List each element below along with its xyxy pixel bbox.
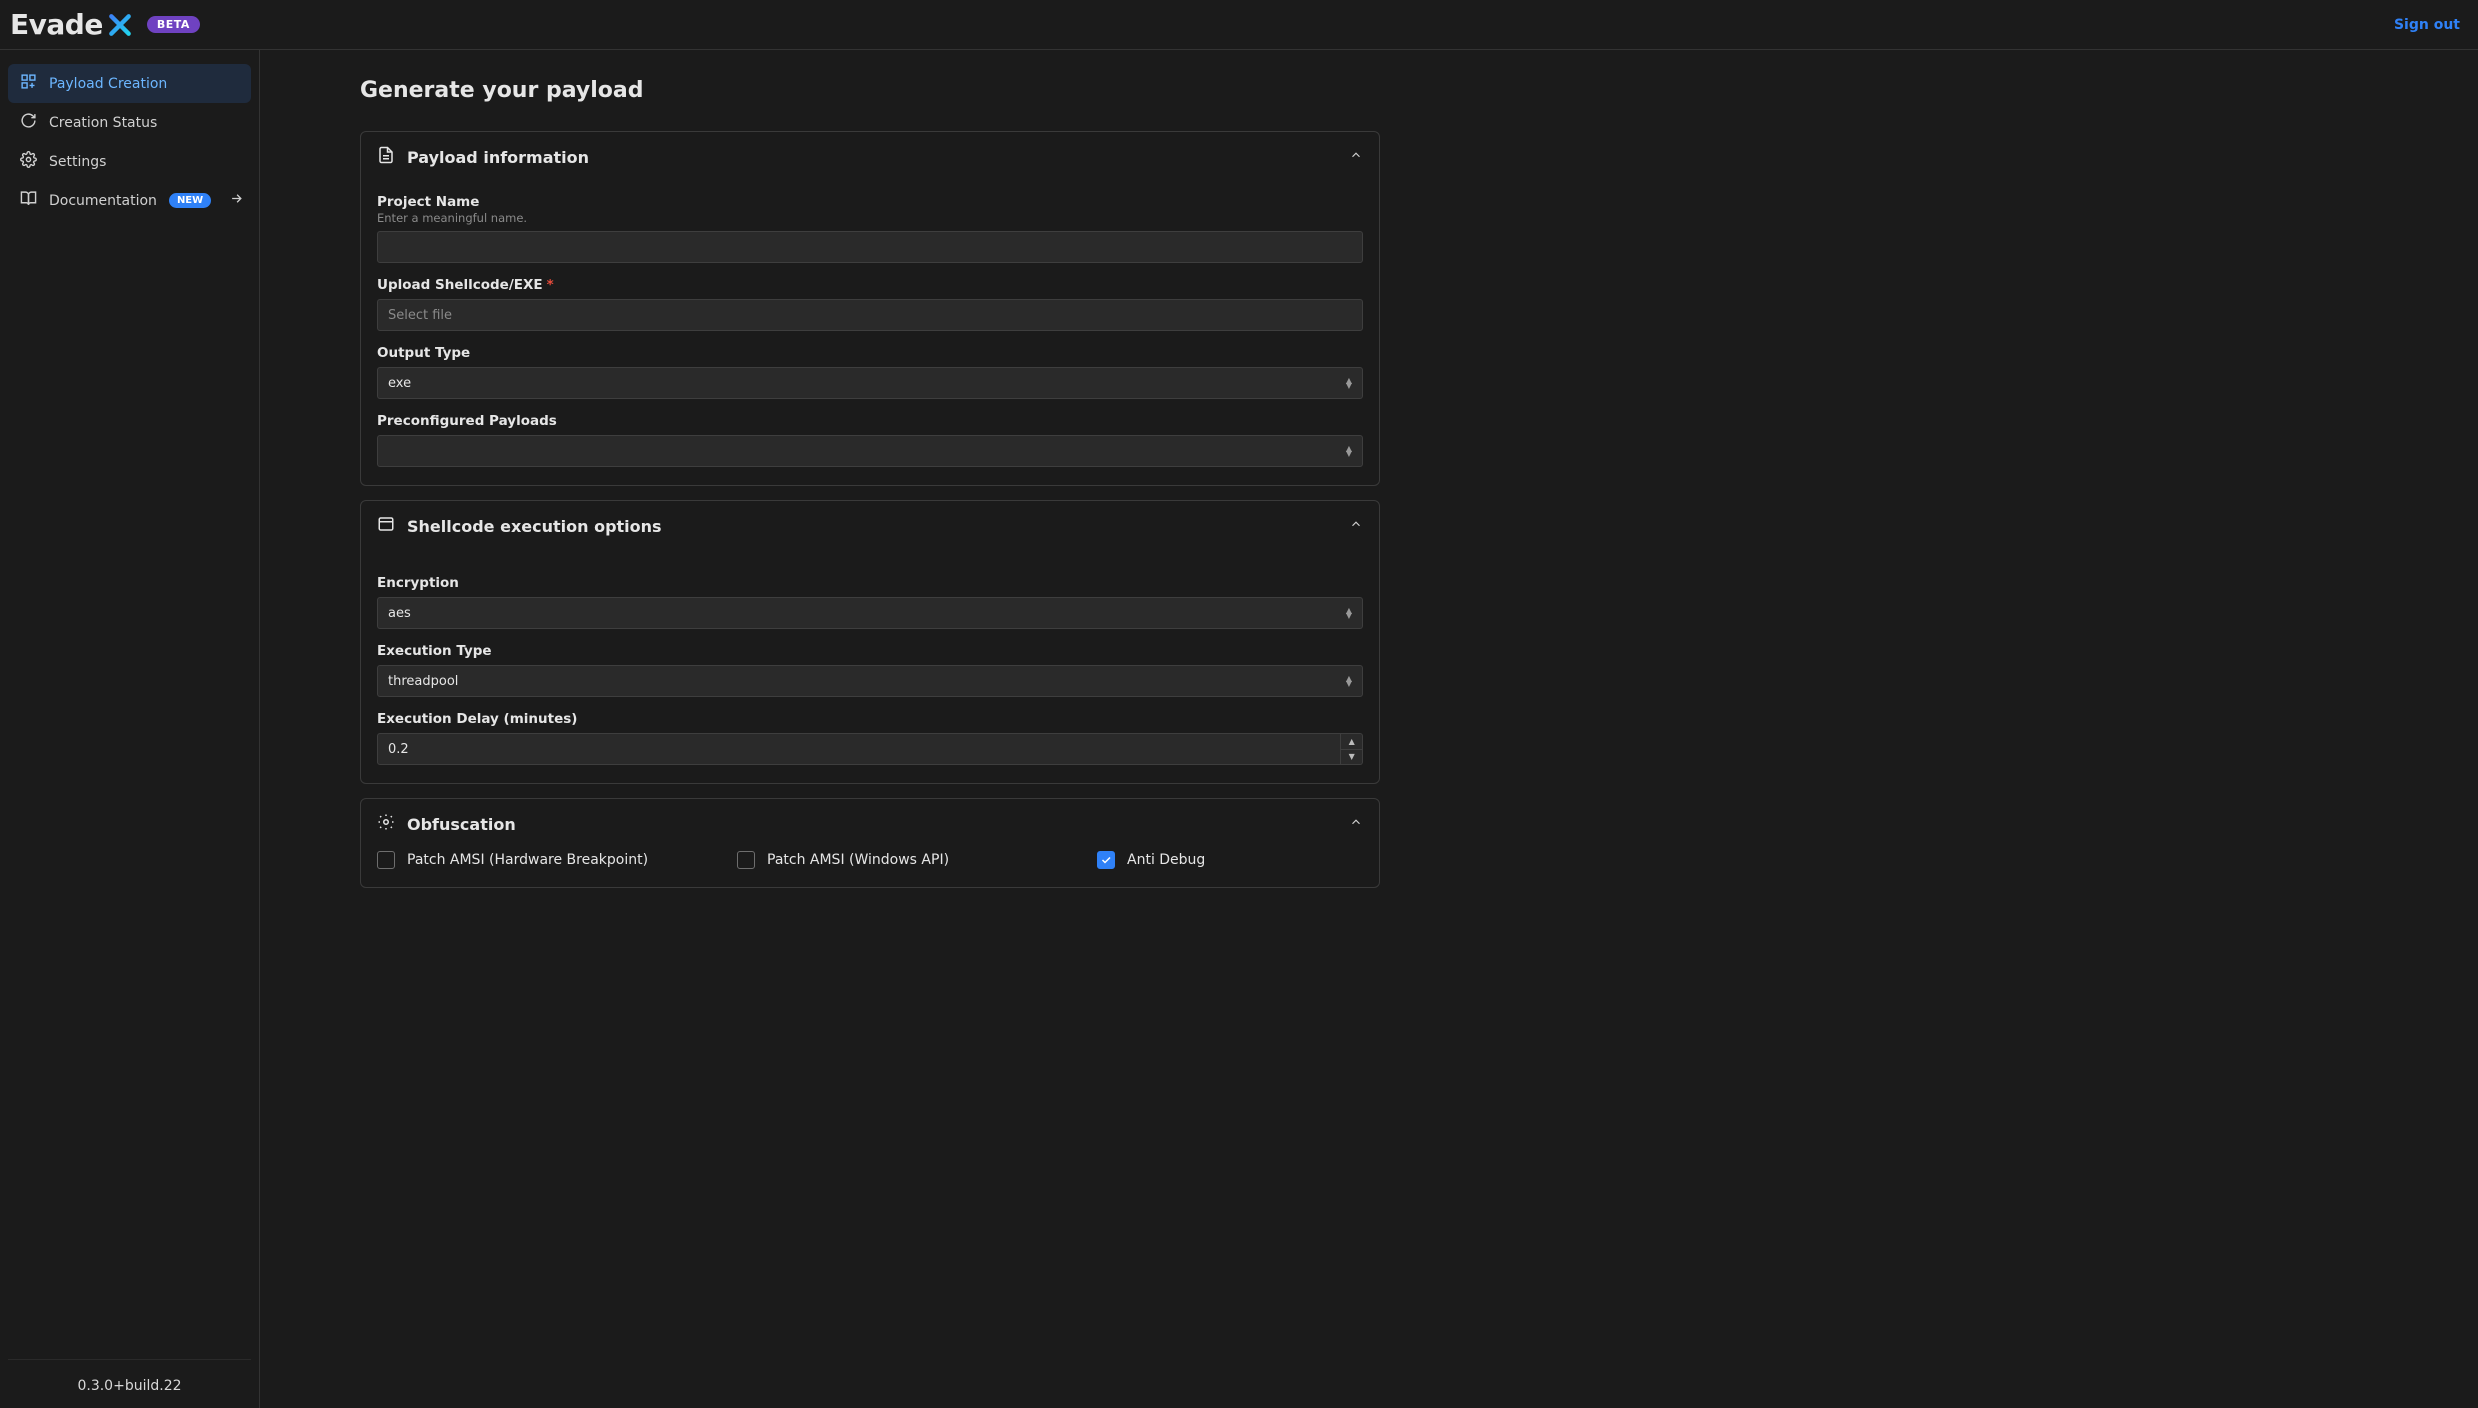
- select-caret-icon: ▲▼: [1346, 378, 1352, 388]
- sidebar-item-label: Settings: [49, 154, 106, 170]
- number-spinner: ▲ ▼: [1341, 733, 1363, 765]
- book-icon: [20, 190, 37, 211]
- sign-out-link[interactable]: Sign out: [2394, 17, 2460, 33]
- window-icon: [377, 515, 395, 537]
- preconfigured-label: Preconfigured Payloads: [377, 413, 1363, 429]
- gear-icon: [377, 813, 395, 835]
- external-link-icon: [229, 191, 244, 210]
- sidebar-item-creation-status[interactable]: Creation Status: [8, 103, 251, 142]
- select-caret-icon: ▲▼: [1346, 446, 1352, 456]
- encryption-label: Encryption: [377, 575, 1363, 591]
- sidebar-item-label: Documentation: [49, 193, 157, 209]
- execution-delay-input[interactable]: 0.2: [377, 733, 1341, 765]
- logo-x-icon: [107, 12, 133, 38]
- execution-type-select[interactable]: threadpool ▲▼: [377, 665, 1363, 697]
- refresh-icon: [20, 112, 37, 133]
- output-type-select[interactable]: exe ▲▼: [377, 367, 1363, 399]
- output-type-label: Output Type: [377, 345, 1363, 361]
- file-icon: [377, 146, 395, 168]
- sidebar-item-payload-creation[interactable]: Payload Creation: [8, 64, 251, 103]
- sidebar-item-documentation[interactable]: Documentation NEW: [8, 181, 251, 220]
- topbar: Evade BETA Sign out: [0, 0, 2478, 50]
- spinner-up[interactable]: ▲: [1341, 734, 1362, 750]
- logo-text: Evade: [10, 8, 103, 41]
- beta-badge: BETA: [147, 16, 200, 33]
- panel-header[interactable]: Obfuscation: [361, 799, 1379, 845]
- chevron-up-icon: [1349, 148, 1363, 166]
- modules-icon: [20, 73, 37, 94]
- checkbox-icon: [377, 851, 395, 869]
- sidebar-item-settings[interactable]: Settings: [8, 142, 251, 181]
- checkbox-icon: [737, 851, 755, 869]
- chevron-up-icon: [1349, 815, 1363, 833]
- panel-payload-information: Payload information Project Name Enter a…: [360, 131, 1380, 486]
- checkbox-icon: [1097, 851, 1115, 869]
- sidebar-item-label: Creation Status: [49, 115, 157, 131]
- panel-header[interactable]: Payload information: [361, 132, 1379, 178]
- preconfigured-select[interactable]: ▲▼: [377, 435, 1363, 467]
- required-asterisk: *: [547, 277, 554, 293]
- select-caret-icon: ▲▼: [1346, 676, 1352, 686]
- panel-header[interactable]: Shellcode execution options: [361, 501, 1379, 547]
- panel-title: Payload information: [407, 148, 589, 167]
- panel-shellcode-execution: Shellcode execution options Encryption a…: [360, 500, 1380, 784]
- sidebar: Payload Creation Creation Status Setting…: [0, 50, 260, 1408]
- checkbox-label: Patch AMSI (Windows API): [767, 852, 949, 868]
- version-label: 0.3.0+build.22: [8, 1359, 251, 1394]
- checkbox-patch-amsi-hw[interactable]: Patch AMSI (Hardware Breakpoint): [377, 851, 677, 869]
- checkbox-anti-debug[interactable]: Anti Debug: [1097, 851, 1205, 869]
- project-name-input[interactable]: [377, 231, 1363, 263]
- project-name-help: Enter a meaningful name.: [377, 211, 1363, 225]
- spinner-down[interactable]: ▼: [1341, 750, 1362, 765]
- checkbox-patch-amsi-winapi[interactable]: Patch AMSI (Windows API): [737, 851, 1037, 869]
- page-title: Generate your payload: [360, 78, 1380, 103]
- chevron-up-icon: [1349, 517, 1363, 535]
- panel-obfuscation: Obfuscation Patch AMSI (Hardware Breakpo…: [360, 798, 1380, 888]
- sidebar-item-label: Payload Creation: [49, 76, 167, 92]
- main-content: Generate your payload Payload informatio…: [260, 50, 2478, 1408]
- upload-label: Upload Shellcode/EXE*: [377, 277, 1363, 293]
- panel-title: Obfuscation: [407, 815, 516, 834]
- gear-icon: [20, 151, 37, 172]
- execution-type-label: Execution Type: [377, 643, 1363, 659]
- panel-title: Shellcode execution options: [407, 517, 662, 536]
- app-logo: Evade: [10, 8, 133, 41]
- checkbox-label: Anti Debug: [1127, 852, 1205, 868]
- brand: Evade BETA: [10, 8, 200, 41]
- project-name-label: Project Name: [377, 194, 1363, 210]
- checkbox-label: Patch AMSI (Hardware Breakpoint): [407, 852, 648, 868]
- upload-file-input[interactable]: Select file: [377, 299, 1363, 331]
- new-badge: NEW: [169, 193, 211, 208]
- encryption-select[interactable]: aes ▲▼: [377, 597, 1363, 629]
- execution-delay-label: Execution Delay (minutes): [377, 711, 1363, 727]
- select-caret-icon: ▲▼: [1346, 608, 1352, 618]
